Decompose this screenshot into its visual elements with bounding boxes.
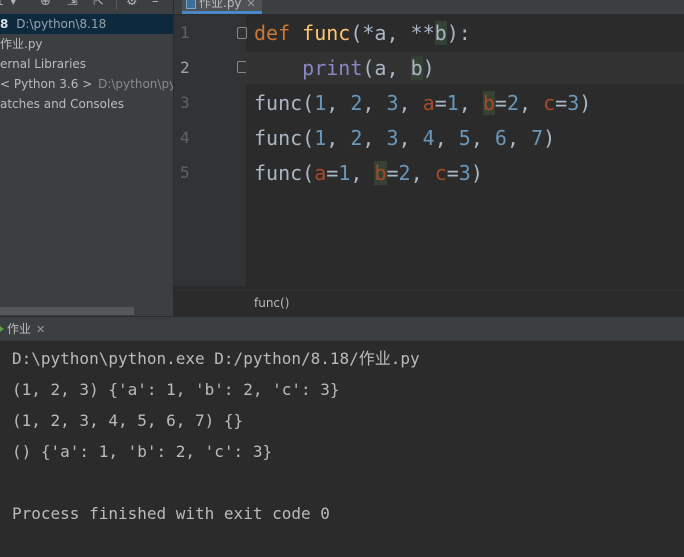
run-icon bbox=[0, 324, 4, 334]
collapse-all-icon[interactable]: ⇱ bbox=[93, 0, 104, 9]
settings-icon[interactable]: t bbox=[0, 0, 3, 9]
breadcrumb-item[interactable]: func() bbox=[254, 296, 289, 310]
chevron-down-icon[interactable]: ▾ bbox=[10, 0, 17, 9]
line-number-gutter: 1 2 3 4 5 bbox=[174, 15, 247, 286]
tree-item-label: Python 3.6 > bbox=[13, 77, 93, 91]
code-line-4: func(1, 2, 3, 4, 5, 6, 7) bbox=[254, 126, 556, 150]
line-number: 4 bbox=[180, 128, 190, 147]
code-line-5: func(a=1, b=2, c=3) bbox=[254, 161, 483, 185]
breadcrumb: func() bbox=[174, 290, 684, 317]
tab-label: 作业.py bbox=[199, 0, 242, 10]
tab-run[interactable]: 作业 ✕ bbox=[0, 317, 51, 341]
tree-item-prefix: < bbox=[0, 77, 11, 91]
project-toolbar: t ▾ ⊕ ⇲ ⇱ ⚙ – bbox=[0, 0, 173, 12]
close-icon[interactable]: ✕ bbox=[247, 0, 256, 10]
tree-item-prefix: 8 bbox=[0, 17, 9, 31]
code-editor[interactable]: 作业.py ✕ 1 2 3 4 5 def func(*a, **b): prin… bbox=[174, 0, 684, 317]
run-tab-bar: 作业 ✕ bbox=[0, 317, 684, 341]
fold-marker-icon[interactable] bbox=[237, 27, 247, 39]
horizontal-scrollbar[interactable] bbox=[0, 307, 134, 315]
console-line: D:\python\python.exe D:/python/8.18/作业.p… bbox=[12, 349, 420, 368]
expand-all-icon[interactable]: ⇲ bbox=[67, 0, 78, 9]
line-number: 5 bbox=[180, 163, 190, 182]
tree-item-python-sdk[interactable]: < Python 3.6 > D:\python\pyth bbox=[0, 74, 173, 94]
locate-file-icon[interactable]: ⊕ bbox=[40, 0, 51, 9]
console-line: (1, 2, 3) {'a': 1, 'b': 2, 'c': 3} bbox=[12, 380, 340, 399]
run-console[interactable]: D:\python\python.exe D:/python/8.18/作业.p… bbox=[0, 341, 684, 557]
tree-item-label: atches and Consoles bbox=[0, 97, 124, 111]
line-number: 3 bbox=[180, 93, 190, 112]
tree-item-hint: D:\python\pyth bbox=[98, 77, 173, 91]
console-line: Process finished with exit code 0 bbox=[12, 504, 330, 523]
hide-panel-icon[interactable]: – bbox=[152, 0, 159, 9]
tree-item-file[interactable]: 作业.py bbox=[0, 34, 173, 54]
tab-file[interactable]: 作业.py ✕ bbox=[182, 0, 262, 14]
editor-tab-bar: 作业.py ✕ bbox=[174, 0, 684, 14]
console-line: () {'a': 1, 'b': 2, 'c': 3} bbox=[12, 442, 273, 461]
code-line-3: func(1, 2, 3, a=1, b=2, c=3) bbox=[254, 91, 592, 115]
console-line: (1, 2, 3, 4, 5, 6, 7) {} bbox=[12, 411, 244, 430]
code-line-1: def func(*a, **b): bbox=[254, 21, 471, 45]
gear-icon[interactable]: ⚙ bbox=[126, 0, 138, 9]
tree-item-external-libraries[interactable]: ernal Libraries bbox=[0, 54, 173, 74]
line-number: 1 bbox=[180, 23, 190, 42]
tree-item-label: ernal Libraries bbox=[0, 57, 87, 71]
close-icon[interactable]: ✕ bbox=[36, 323, 45, 336]
project-panel: t ▾ ⊕ ⇲ ⇱ ⚙ – 8 D:\python\8.18 作业.py ern… bbox=[0, 0, 173, 316]
tree-item-label: 作业.py bbox=[0, 37, 43, 51]
tree-item-label: D:\python\8.18 bbox=[16, 17, 107, 31]
toolbar-divider bbox=[116, 0, 117, 10]
code-line-2: print(a, b) bbox=[302, 56, 435, 80]
python-file-icon bbox=[186, 0, 196, 9]
tree-item-scratches[interactable]: atches and Consoles bbox=[0, 94, 173, 114]
tree-item-project-root[interactable]: 8 D:\python\8.18 bbox=[0, 14, 173, 34]
line-number: 2 bbox=[180, 58, 190, 77]
run-tab-label: 作业 bbox=[7, 322, 32, 336]
